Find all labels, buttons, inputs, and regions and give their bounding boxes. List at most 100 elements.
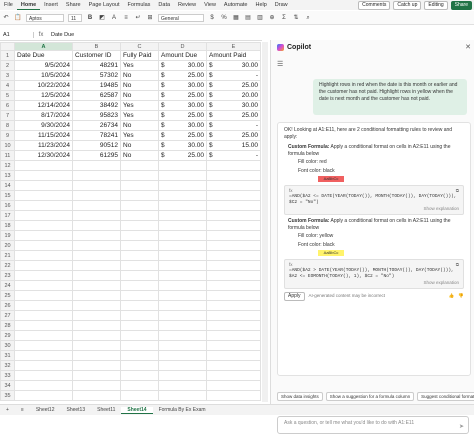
- row-header[interactable]: 27: [0, 310, 15, 321]
- row-header[interactable]: 16: [0, 200, 15, 211]
- cell-empty[interactable]: [72, 300, 121, 311]
- cell-empty[interactable]: [120, 220, 159, 231]
- cell-c[interactable]: No: [120, 70, 159, 81]
- menu-data[interactable]: Data: [154, 0, 174, 10]
- cell-empty[interactable]: [120, 160, 159, 171]
- table-icon[interactable]: ▤: [244, 14, 252, 22]
- cell-empty[interactable]: [120, 260, 159, 271]
- row-header[interactable]: 29: [0, 330, 15, 341]
- number-format-select[interactable]: General: [158, 13, 204, 22]
- cell-b[interactable]: 62587: [72, 90, 121, 101]
- cell-a[interactable]: 9/30/2024: [14, 120, 73, 131]
- cell-empty[interactable]: [158, 370, 207, 381]
- sheet-tab[interactable]: Sheet12: [30, 407, 61, 413]
- cell-empty[interactable]: [206, 220, 261, 231]
- comments-button[interactable]: Comments: [358, 0, 391, 10]
- cell-empty[interactable]: [14, 290, 73, 301]
- row-header[interactable]: 26: [0, 300, 15, 311]
- cell-empty[interactable]: [72, 330, 121, 341]
- cell-a[interactable]: 12/5/2024: [14, 90, 73, 101]
- row-header[interactable]: 19: [0, 230, 15, 241]
- thumbs-up-icon[interactable]: 👍: [449, 293, 455, 300]
- cell-empty[interactable]: [158, 190, 207, 201]
- cell-empty[interactable]: [72, 390, 121, 401]
- cell-empty[interactable]: [14, 240, 73, 251]
- cell-empty[interactable]: [14, 300, 73, 311]
- row-header[interactable]: 30: [0, 340, 15, 351]
- row-header[interactable]: 25: [0, 290, 15, 301]
- cell-empty[interactable]: [120, 290, 159, 301]
- find-icon[interactable]: ⌕: [304, 14, 312, 22]
- show-explanation-link[interactable]: Show explanation: [289, 206, 459, 212]
- show-explanation-link[interactable]: Show explanation: [289, 280, 459, 286]
- cell-d[interactable]: $25.00: [158, 90, 207, 101]
- cell-empty[interactable]: [120, 320, 159, 331]
- cell-empty[interactable]: [158, 280, 207, 291]
- menu-insert[interactable]: Insert: [40, 0, 62, 10]
- cell-empty[interactable]: [72, 340, 121, 351]
- cell-e[interactable]: $25.00: [206, 80, 261, 91]
- row-header[interactable]: 22: [0, 260, 15, 271]
- cell-empty[interactable]: [206, 210, 261, 221]
- cell-empty[interactable]: [14, 330, 73, 341]
- cell-b[interactable]: 61295: [72, 150, 121, 161]
- column-header[interactable]: A: [14, 42, 73, 51]
- cell-empty[interactable]: [14, 230, 73, 241]
- insert-icon[interactable]: ⊕: [268, 14, 276, 22]
- cell-empty[interactable]: [72, 260, 121, 271]
- font-color-icon[interactable]: A: [110, 14, 118, 22]
- fill-color-icon[interactable]: ◩: [98, 14, 106, 22]
- sheet-tab[interactable]: Sheet11: [91, 407, 121, 413]
- formula-input[interactable]: Date Due: [48, 32, 74, 38]
- cell-empty[interactable]: [158, 350, 207, 361]
- row-header[interactable]: 23: [0, 270, 15, 281]
- cell-empty[interactable]: [158, 200, 207, 211]
- cell-empty[interactable]: [72, 370, 121, 381]
- cell-empty[interactable]: [14, 260, 73, 271]
- cell-empty[interactable]: [158, 320, 207, 331]
- cell-empty[interactable]: [206, 390, 261, 401]
- menu-draw[interactable]: Draw: [271, 0, 292, 10]
- send-icon[interactable]: ➤: [459, 423, 464, 430]
- cell-empty[interactable]: [206, 170, 261, 181]
- cell-empty[interactable]: [72, 220, 121, 231]
- sheet-tab[interactable]: Sheet13: [60, 407, 91, 413]
- cell-empty[interactable]: [14, 270, 73, 281]
- cell-empty[interactable]: [72, 310, 121, 321]
- apply-button[interactable]: Apply: [284, 292, 305, 301]
- row-header[interactable]: 28: [0, 320, 15, 331]
- row-header[interactable]: 13: [0, 170, 15, 181]
- catchup-button[interactable]: Catch up: [393, 0, 422, 10]
- cell-empty[interactable]: [120, 300, 159, 311]
- cell-empty[interactable]: [206, 200, 261, 211]
- cell-empty[interactable]: [206, 160, 261, 171]
- cell-b[interactable]: 48291: [72, 60, 121, 71]
- cell-empty[interactable]: [120, 310, 159, 321]
- row-header[interactable]: 35: [0, 390, 15, 401]
- column-header[interactable]: C: [120, 42, 159, 51]
- cell-empty[interactable]: [14, 320, 73, 331]
- cell-empty[interactable]: [120, 170, 159, 181]
- cell-e[interactable]: $20.00: [206, 90, 261, 101]
- cell-empty[interactable]: [158, 330, 207, 341]
- menu-help[interactable]: Help: [251, 0, 270, 10]
- copy-icon[interactable]: ⧉: [456, 262, 459, 268]
- ask-input[interactable]: Ask a question, or tell me what you'd li…: [277, 416, 469, 434]
- cell-c[interactable]: No: [120, 120, 159, 131]
- cell-empty[interactable]: [14, 250, 73, 261]
- cell-d[interactable]: $30.00: [158, 100, 207, 111]
- bold-icon[interactable]: B: [86, 14, 94, 22]
- cell-empty[interactable]: [158, 270, 207, 281]
- cell-b[interactable]: 26734: [72, 120, 121, 131]
- cell-e[interactable]: $ -: [206, 150, 261, 161]
- cell-empty[interactable]: [120, 390, 159, 401]
- cell-b[interactable]: Customer ID: [72, 50, 121, 61]
- menu-page-layout[interactable]: Page Layout: [85, 0, 124, 10]
- cell-empty[interactable]: [206, 340, 261, 351]
- row-header[interactable]: 11: [0, 150, 15, 161]
- cell-empty[interactable]: [158, 390, 207, 401]
- cell-empty[interactable]: [158, 230, 207, 241]
- column-header[interactable]: D: [158, 42, 207, 51]
- cell-empty[interactable]: [120, 180, 159, 191]
- sheet-tab[interactable]: Formula By Ex Exam: [153, 407, 212, 413]
